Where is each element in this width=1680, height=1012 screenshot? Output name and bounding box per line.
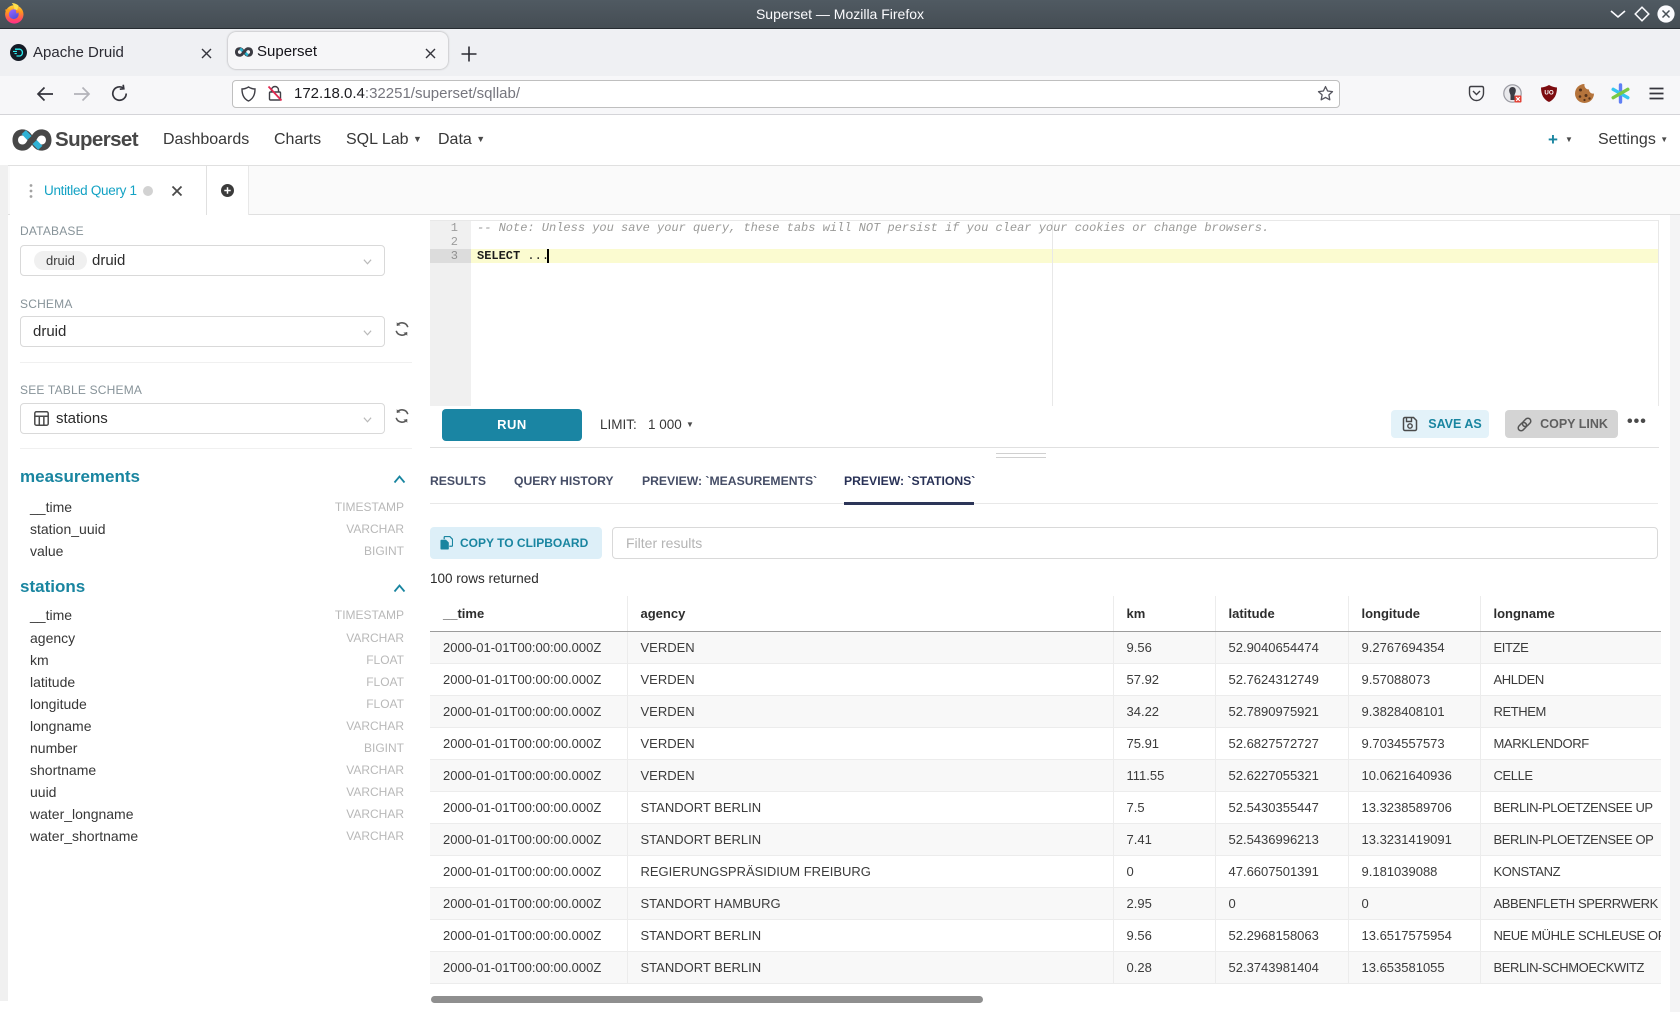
svg-text:UO: UO: [1544, 90, 1553, 97]
